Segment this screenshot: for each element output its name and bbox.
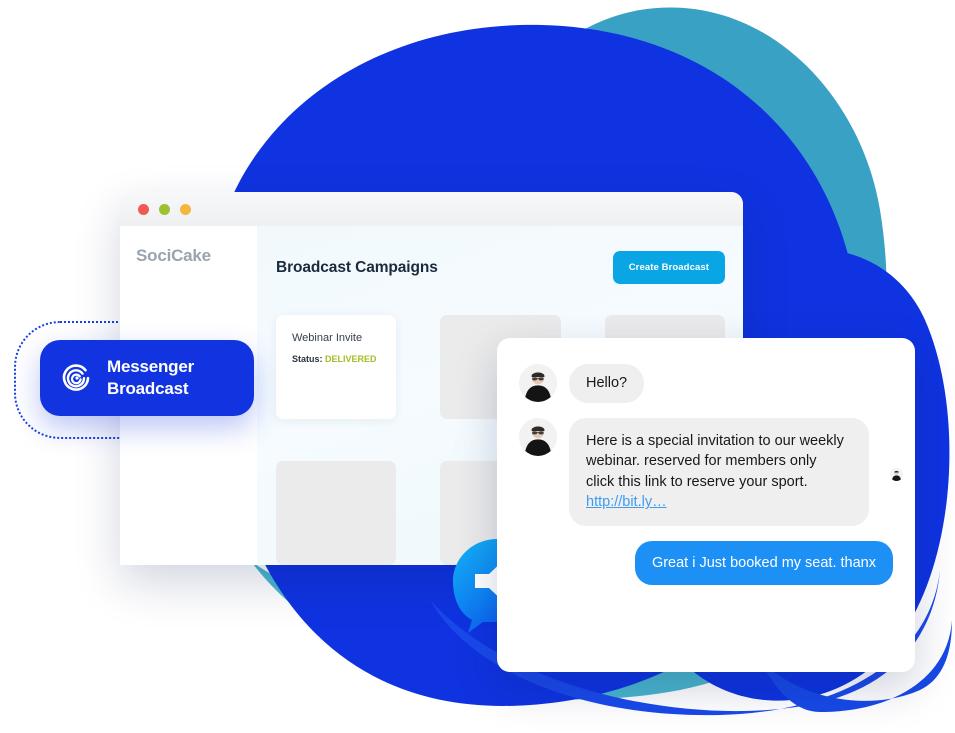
avatar-person-graphic bbox=[519, 364, 557, 402]
small-avatar-person-graphic bbox=[890, 468, 903, 481]
chat-message-outgoing: Great i Just booked my seat. thanx bbox=[519, 540, 893, 586]
traffic-light-close[interactable] bbox=[138, 203, 149, 215]
contact-avatar bbox=[519, 417, 557, 456]
chat-conversation-panel: Hello? Here is a special invitation to o… bbox=[497, 338, 915, 672]
small-contact-avatar bbox=[890, 468, 903, 481]
campaign-status-value: DELIVERED bbox=[325, 354, 377, 364]
browser-titlebar bbox=[120, 192, 743, 226]
hero-illustration: SociCake Broadcast Campaigns Create Broa… bbox=[0, 0, 955, 733]
create-broadcast-button[interactable]: Create Broadcast bbox=[612, 251, 725, 284]
campaign-card-placeholder[interactable] bbox=[276, 461, 397, 565]
traffic-light-minimize[interactable] bbox=[159, 203, 170, 215]
chat-bubble-outgoing: Great i Just booked my seat. thanx bbox=[634, 540, 893, 586]
chat-message-incoming: Here is a special invitation to our week… bbox=[519, 417, 893, 526]
main-header: Broadcast Campaigns Create Broadcast bbox=[276, 251, 725, 284]
chat-bubble-incoming: Hello? bbox=[569, 364, 645, 403]
messenger-broadcast-badge[interactable]: Messenger Broadcast bbox=[40, 340, 254, 416]
campaign-status-label: Status: bbox=[292, 354, 323, 364]
badge-label-line1: Messenger bbox=[107, 357, 195, 377]
contact-avatar bbox=[519, 364, 557, 402]
campaign-card[interactable]: Webinar Invite Status: DELIVERED bbox=[276, 315, 397, 419]
chat-bubble-incoming-invitation: Here is a special invitation to our week… bbox=[569, 417, 869, 526]
traffic-light-maximize[interactable] bbox=[180, 203, 191, 215]
chat-message-incoming: Hello? bbox=[519, 364, 893, 403]
campaign-name: Webinar Invite bbox=[292, 332, 363, 344]
spiral-center-dot bbox=[75, 376, 79, 380]
chat-bubble-link[interactable]: http://bit.ly… bbox=[586, 494, 667, 510]
badge-label-line2: Broadcast bbox=[107, 379, 189, 398]
page-title: Broadcast Campaigns bbox=[276, 258, 438, 276]
badge-label: Messenger Broadcast bbox=[107, 356, 194, 400]
app-brand-logo: SociCake bbox=[136, 246, 211, 265]
chat-bubble-text: Here is a special invitation to our week… bbox=[586, 432, 844, 490]
avatar-person-graphic bbox=[519, 417, 557, 456]
campaign-status: Status: DELIVERED bbox=[292, 354, 380, 364]
spiral-broadcast-icon bbox=[62, 364, 90, 391]
